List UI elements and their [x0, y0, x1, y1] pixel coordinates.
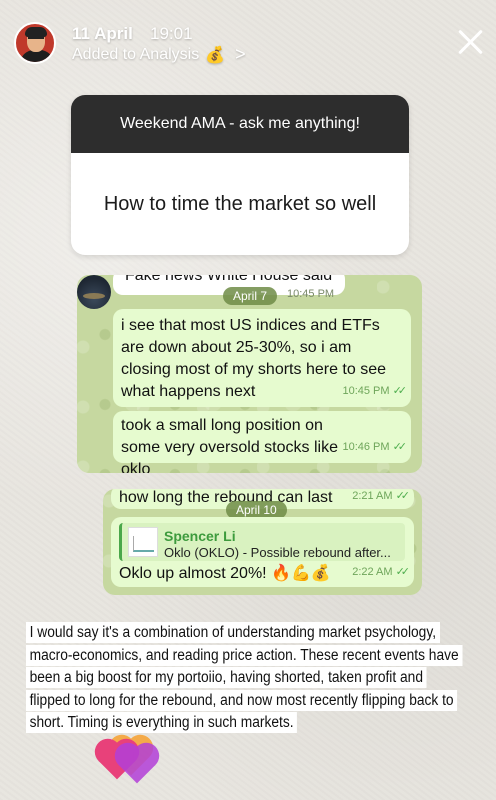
- cut-message-time: 10:45 PM: [287, 288, 335, 300]
- message-text: Oklo up almost 20%! 🔥💪💰: [119, 565, 331, 582]
- chart-thumbnail: [128, 527, 158, 557]
- chevron-right-icon: >: [235, 44, 246, 64]
- double-check-icon: ✓✓: [392, 441, 408, 453]
- story-header: 11 April 19:01 Added to Analysis 💰 >: [0, 0, 496, 80]
- message-time: 10:46 PM: [342, 441, 390, 453]
- chat-message: took a small long position on some very …: [113, 411, 411, 473]
- date-pill: April 7: [223, 287, 278, 305]
- user-avatar[interactable]: [14, 22, 56, 64]
- chat-screenshot-1: Fake news White House said April 7 10:45…: [77, 275, 422, 473]
- close-button[interactable]: [454, 26, 486, 58]
- story-date: 11 April: [72, 24, 133, 43]
- answer-text: I would say it's a combination of unders…: [26, 622, 463, 734]
- chat-avatar: [77, 275, 111, 309]
- double-check-icon: ✓✓: [392, 385, 408, 397]
- question-text: How to time the market so well: [103, 193, 377, 215]
- chat-message: Spencer Li Oklo (OKLO) - Possible reboun…: [111, 517, 414, 587]
- like-reaction-icon[interactable]: [98, 730, 156, 784]
- story-time: 19:01: [150, 24, 193, 43]
- double-check-icon: ✓✓: [395, 566, 411, 578]
- answer-text-block: I would say it's a combination of unders…: [26, 622, 467, 735]
- added-to-label: Added to Analysis: [72, 45, 200, 63]
- reply-preview: Spencer Li Oklo (OKLO) - Possible reboun…: [119, 523, 405, 561]
- chat-screenshot-2: how long the rebound can last 2:21 AM ✓✓ …: [103, 489, 422, 595]
- question-sticker[interactable]: Weekend AMA - ask me anything! How to ti…: [71, 95, 409, 255]
- message-time: 10:45 PM: [342, 385, 390, 397]
- double-check-icon: ✓✓: [395, 490, 411, 502]
- money-bag-icon: 💰: [205, 46, 226, 64]
- added-to-highlight-link[interactable]: Added to Analysis 💰 >: [72, 44, 246, 65]
- message-time: 2:22 AM: [352, 566, 393, 578]
- question-sticker-title: Weekend AMA - ask me anything!: [71, 95, 409, 153]
- message-time: 2:21 AM: [352, 490, 393, 502]
- message-text: took a small long position on some very …: [121, 417, 338, 473]
- chat-message: i see that most US indices and ETFs are …: [113, 309, 411, 407]
